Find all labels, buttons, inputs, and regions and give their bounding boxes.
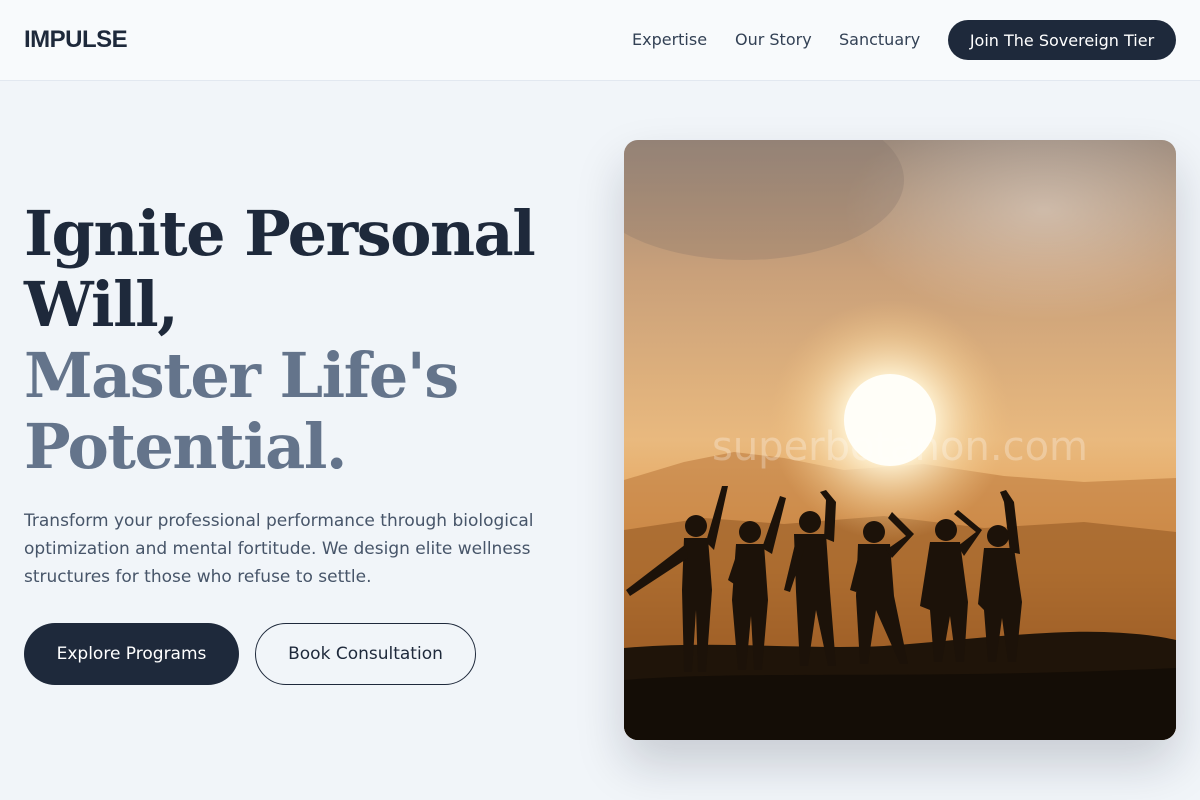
nav-link-our-story[interactable]: Our Story (735, 30, 812, 49)
join-tier-button[interactable]: Join The Sovereign Tier (948, 20, 1176, 60)
nav-link-sanctuary[interactable]: Sanctuary (839, 30, 920, 49)
nav-link-expertise[interactable]: Expertise (632, 30, 707, 49)
hero-description: Transform your professional performance … (24, 511, 534, 587)
headline-line-3: Master Life's (24, 339, 459, 412)
site-header: IMPULSE Expertise Our Story Sanctuary Jo… (0, 0, 1200, 81)
explore-programs-button[interactable]: Explore Programs (24, 623, 239, 685)
headline-line-2: Will, (24, 268, 179, 341)
brand-logo[interactable]: IMPULSE (24, 26, 128, 54)
headline-line-1: Ignite Personal (24, 197, 536, 270)
book-consultation-button[interactable]: Book Consultation (255, 623, 476, 685)
image-watermark: superbotanon.com (712, 424, 1088, 470)
headline-line-4: Potential. (24, 410, 347, 483)
hero-image: superbotanon.com (624, 140, 1176, 740)
hero-headline: Ignite Personal Will, Master Life's Pote… (24, 198, 604, 482)
sunset-silhouette-illustration: superbotanon.com (624, 140, 1176, 740)
